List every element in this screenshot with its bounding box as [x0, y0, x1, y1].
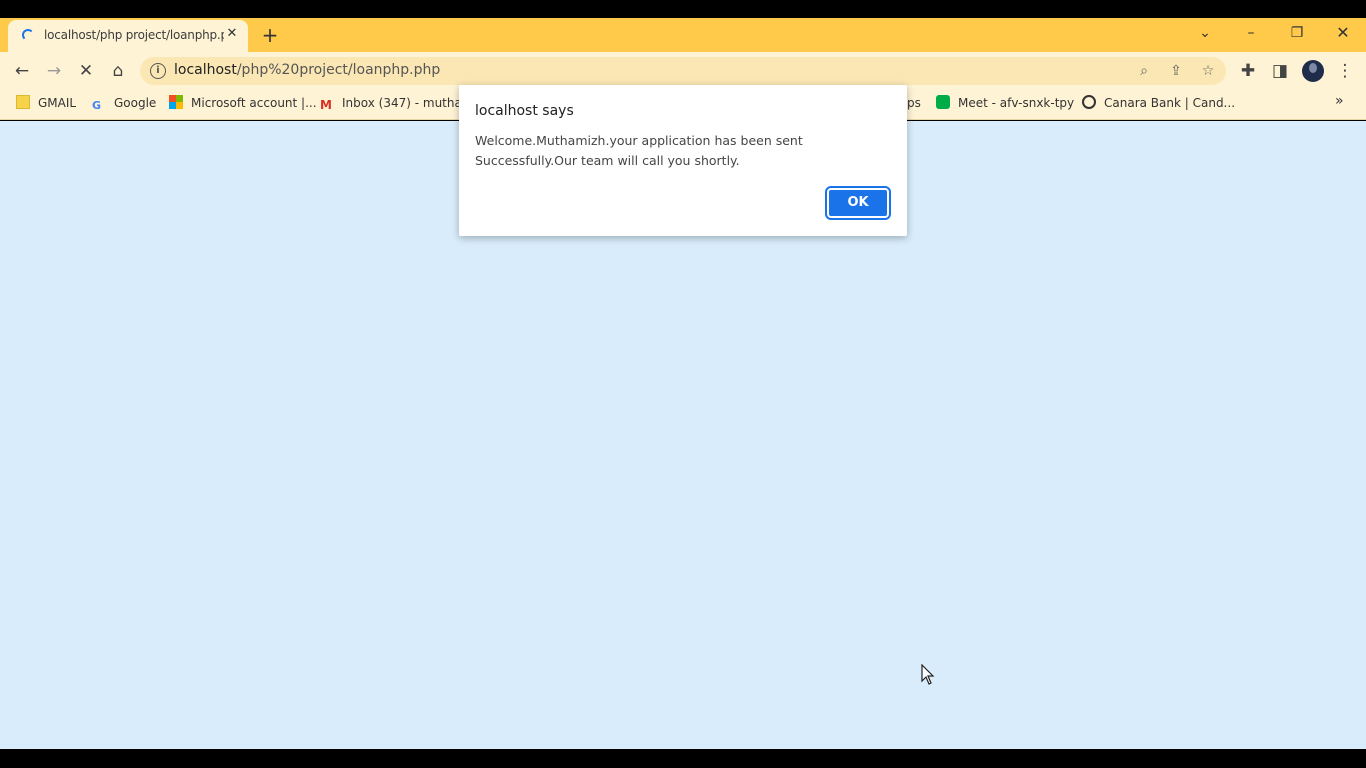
site-info-icon[interactable]: i: [150, 63, 166, 79]
menu-icon[interactable]: ⋮: [1333, 59, 1357, 83]
google-icon: G: [92, 99, 102, 112]
loading-spinner-icon: [22, 29, 34, 41]
home-icon[interactable]: ⌂: [106, 59, 130, 83]
bookmark-meet[interactable]: Meet - afv-snxk-tpy: [936, 94, 1074, 112]
share-icon[interactable]: ⇪: [1166, 61, 1186, 81]
bookmark-google[interactable]: G Google: [92, 94, 156, 112]
bookmark-canara[interactable]: Canara Bank | Cand...: [1082, 94, 1235, 112]
bookmark-label: Google: [114, 96, 157, 110]
tab-search-icon[interactable]: ⌄: [1190, 20, 1220, 46]
screen-top-border: [0, 0, 1366, 18]
gmail-icon: M: [320, 98, 332, 112]
new-tab-icon[interactable]: +: [258, 24, 282, 46]
alert-dialog: localhost says Welcome.Muthamizh.your ap…: [459, 85, 907, 236]
bookmark-star-icon[interactable]: ☆: [1198, 61, 1218, 81]
bookmark-label: ps: [907, 96, 921, 110]
more-bookmarks-icon[interactable]: »: [1335, 93, 1344, 109]
globe-icon: [1082, 95, 1096, 109]
meet-icon: [936, 95, 950, 109]
profile-avatar[interactable]: [1302, 60, 1324, 82]
stop-loading-icon[interactable]: ✕: [74, 59, 98, 83]
url-host: localhost: [174, 62, 237, 78]
url-path: /php%20project/loanphp.php: [236, 62, 441, 78]
folder-icon: [16, 95, 30, 109]
bookmark-gmail[interactable]: GMAIL: [16, 94, 76, 112]
tab-title: localhost/php project/loanphp.p: [44, 28, 224, 42]
bookmark-label: Inbox (347) - mutha...: [342, 96, 474, 110]
minimize-icon[interactable]: –: [1236, 20, 1266, 46]
bookmark-label: GMAIL: [38, 96, 77, 110]
microsoft-icon: [169, 95, 183, 109]
close-window-icon[interactable]: ✕: [1328, 20, 1358, 46]
bookmark-inbox[interactable]: M Inbox (347) - mutha...: [320, 94, 473, 112]
bookmark-label: Meet - afv-snxk-tpy: [958, 96, 1075, 110]
bookmark-label: Canara Bank | Cand...: [1104, 96, 1236, 110]
address-url[interactable]: localhost/php%20project/loanphp.php: [174, 62, 440, 78]
ok-button[interactable]: OK: [825, 186, 891, 220]
back-icon[interactable]: ←: [10, 59, 34, 83]
tab-close-icon[interactable]: ✕: [224, 26, 240, 42]
bookmark-label: Microsoft account |...: [191, 96, 317, 110]
forward-icon[interactable]: →: [42, 59, 66, 83]
extensions-icon[interactable]: ✚: [1236, 59, 1260, 83]
screen-bottom-border: [0, 749, 1366, 768]
dialog-message: Welcome.Muthamizh.your application has b…: [475, 133, 803, 168]
side-panel-icon[interactable]: ◨: [1268, 59, 1292, 83]
restore-icon[interactable]: ❐: [1282, 20, 1312, 46]
tab-active[interactable]: localhost/php project/loanphp.p ✕: [8, 20, 248, 52]
mouse-cursor-icon: [921, 664, 935, 685]
bookmark-microsoft[interactable]: Microsoft account |...: [169, 94, 317, 112]
zoom-icon[interactable]: ⌕: [1134, 61, 1154, 81]
bookmark-partial[interactable]: ps: [907, 94, 921, 112]
dialog-title: localhost says: [475, 103, 574, 119]
